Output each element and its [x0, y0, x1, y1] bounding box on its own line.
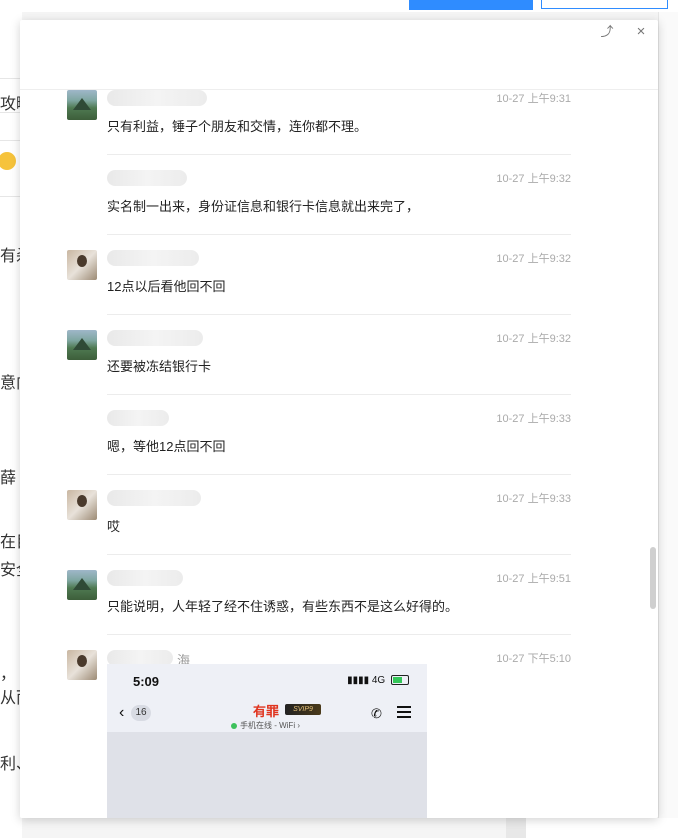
background-divider	[0, 196, 22, 197]
scrollbar[interactable]	[650, 547, 656, 609]
background-bottom	[526, 818, 678, 838]
phone-status-bar: 5:09 ▮▮▮▮ 4G	[107, 664, 427, 700]
close-icon[interactable]: ×	[634, 24, 648, 39]
unread-badge: 16	[131, 705, 151, 721]
phone-chat-body	[107, 732, 427, 818]
avatar[interactable]	[67, 250, 97, 280]
sender-name	[107, 250, 199, 266]
message-time: 10-27 下午5:10	[496, 653, 571, 665]
phone-contact-name: 有罪	[253, 704, 280, 719]
message-time: 10-27 上午9:32	[496, 333, 571, 345]
message-text: 还要被冻结银行卡	[107, 359, 212, 374]
list-item: 10-27 上午9:32 还要被冻结银行卡	[67, 330, 571, 390]
background-secondary-button[interactable]	[541, 0, 668, 9]
online-status: 手机在线 - WiFi ›	[231, 720, 300, 731]
dialog-header: ⤴ ×	[20, 20, 658, 90]
divider	[107, 154, 571, 155]
divider	[107, 234, 571, 235]
background-divider	[0, 140, 22, 141]
avatar[interactable]	[67, 90, 97, 120]
online-status-text: 手机在线 - WiFi	[240, 721, 296, 730]
message-time: 10-27 上午9:32	[496, 173, 571, 185]
back-icon: ‹	[119, 704, 125, 721]
sender-name	[107, 170, 187, 186]
background-left-panel	[0, 12, 22, 838]
sender-name	[107, 330, 203, 346]
network-label: 4G	[371, 675, 386, 686]
message-text: 实名制一出来，身份证信息和银行卡信息就出来完了，	[107, 199, 420, 214]
divider	[107, 394, 571, 395]
list-item: 10-27 上午9:32 12点以后看他回不回	[67, 250, 571, 310]
avatar[interactable]	[67, 490, 97, 520]
message-list: 10-27 上午9:31 只有利益，锤子个朋友和交情，连你都不理。 10-27 …	[20, 90, 658, 818]
list-item: 10-27 上午9:33 嗯，等他12点回不回	[107, 410, 571, 470]
message-time: 10-27 上午9:31	[496, 93, 571, 105]
phone-time: 5:09	[133, 674, 160, 689]
share-icon[interactable]: ⤴	[600, 25, 614, 39]
message-text: 嗯，等他12点回不回	[107, 439, 226, 454]
message-text: 只有利益，锤子个朋友和交情，连你都不理。	[107, 119, 368, 134]
message-time: 10-27 上午9:32	[496, 253, 571, 265]
list-item: 10-27 上午9:32 实名制一出来，身份证信息和银行卡信息就出来完了，	[107, 170, 571, 230]
message-time: 10-27 上午9:33	[496, 493, 571, 505]
avatar[interactable]	[67, 570, 97, 600]
list-item: 10-27 上午9:31 只有利益，锤子个朋友和交情，连你都不理。	[67, 90, 571, 150]
phone-call-icon: ✆	[371, 706, 382, 721]
list-item: 海 10-27 下午5:10 5:09 ▮▮▮▮ 4G ‹ 16 有罪 SVIP…	[67, 650, 571, 818]
divider	[107, 554, 571, 555]
phone-network: ▮▮▮▮ 4G	[347, 675, 409, 686]
sender-name	[107, 570, 183, 586]
background-text: 薛	[0, 470, 17, 487]
list-item: 10-27 上午9:33 哎	[67, 490, 571, 550]
divider	[107, 314, 571, 315]
message-time: 10-27 上午9:51	[496, 573, 571, 585]
battery-icon	[391, 675, 409, 686]
background-divider	[0, 78, 22, 79]
divider	[107, 474, 571, 475]
background-strip	[506, 818, 526, 838]
background-primary-button[interactable]	[409, 0, 533, 10]
avatar[interactable]	[67, 650, 97, 680]
signal-icon: ▮▮▮▮	[347, 675, 372, 686]
menu-icon	[397, 706, 411, 718]
vip-badge: SVIP9	[285, 704, 321, 715]
sender-name	[107, 90, 207, 106]
phone-chat-header: ‹ 16 有罪 SVIP9 手机在线 - WiFi › ✆	[107, 700, 427, 732]
message-text: 只能说明，人年轻了经不住诱惑，有些东西不是这么好得的。	[107, 599, 459, 614]
background-text: ，	[0, 666, 17, 683]
list-item: 10-27 上午9:51 只能说明，人年轻了经不住诱惑，有些东西不是这么好得的。	[67, 570, 571, 630]
avatar[interactable]	[67, 330, 97, 360]
divider	[107, 634, 571, 635]
image-attachment[interactable]: 5:09 ▮▮▮▮ 4G ‹ 16 有罪 SVIP9 手机在线 - WiFi ›…	[107, 664, 427, 818]
sender-name	[107, 490, 201, 506]
message-text: 哎	[107, 519, 121, 534]
sender-name	[107, 410, 169, 426]
background-right-panel	[658, 12, 678, 838]
chat-history-dialog: ⤴ × 10-27 上午9:31 只有利益，锤子个朋友和交情，连你都不理。 10…	[20, 20, 658, 818]
online-dot-icon	[231, 722, 237, 729]
message-time: 10-27 上午9:33	[496, 413, 571, 425]
message-text: 12点以后看他回不回	[107, 279, 226, 294]
